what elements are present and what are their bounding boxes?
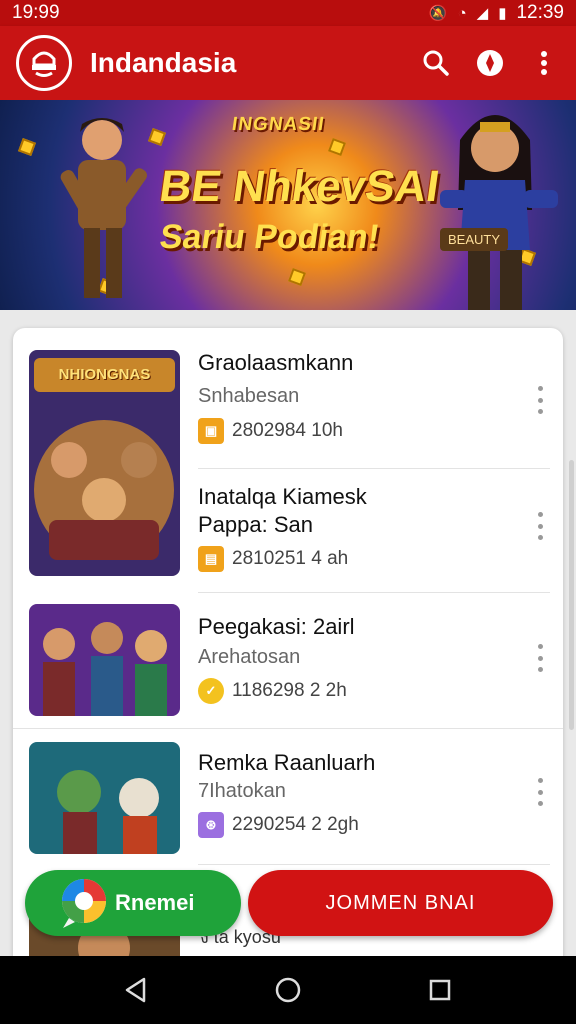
meta-app-icon: ▣ xyxy=(198,418,224,444)
system-nav-bar xyxy=(0,956,576,1024)
item-title: Graolaasmkann xyxy=(198,350,354,375)
promo-banner[interactable]: INGNASII BE NhkevSAI Sariu Podian! BEAUT… xyxy=(0,100,576,310)
item-meta: ▣ 2802984 10h xyxy=(198,418,343,444)
item-meta-text: 2802984 10h xyxy=(232,420,343,441)
item-meta-text: 2290254 2 2gh xyxy=(232,814,359,835)
meta-app-icon: ▤ xyxy=(198,546,224,572)
game-thumbnail[interactable] xyxy=(29,604,180,716)
item-more-icon[interactable] xyxy=(533,512,547,540)
item-subtitle: Arehatosan xyxy=(198,646,301,668)
item-meta: ✓ 1186298 2 2h xyxy=(198,678,347,704)
list-item[interactable]: Inatalqa Kiamesk Pappa: San ▤ 2810251 4 … xyxy=(13,468,563,598)
banner-headline: BE NhkevSAI xyxy=(156,162,443,211)
item-more-icon[interactable] xyxy=(533,778,547,806)
status-time-right: 12:39 xyxy=(516,2,564,23)
banner-badge: BEAUTY xyxy=(440,228,509,251)
meta-app-icon: ⊛ xyxy=(198,812,224,838)
list-item[interactable]: Remka Raanluarh 7Ihatokan ⊛ 2290254 2 2g… xyxy=(13,728,563,864)
item-subtitle: Snhabesan xyxy=(198,385,300,407)
item-title-line2: Pappa: San xyxy=(198,512,313,537)
item-subtitle: 7Ihatokan xyxy=(198,780,286,802)
item-meta-text: 2810251 4 ah xyxy=(232,548,349,569)
list-item[interactable]: NHIONGNAS Graolaasmkann Snhabesan ▣ 2802… xyxy=(13,328,563,576)
item-meta: ⊛ 2290254 2 2gh xyxy=(198,812,359,838)
divider xyxy=(198,864,550,865)
status-bar: 19:99 🔕 ◔ ◢ ▮ 12:39 xyxy=(0,0,576,26)
banner-subheadline: Sariu Podian! xyxy=(157,218,382,256)
app-bar: Indandasia xyxy=(0,26,576,100)
banner-kicker: INGNASII xyxy=(230,114,326,135)
item-more-icon[interactable] xyxy=(533,386,547,414)
back-icon[interactable] xyxy=(116,970,156,1010)
wifi-icon: ◔ xyxy=(457,4,467,22)
game-thumbnail[interactable] xyxy=(29,742,180,854)
green-action-button[interactable]: Rnemei xyxy=(25,870,241,936)
compass-icon[interactable] xyxy=(474,47,506,79)
item-title: Peegakasi: 2airl xyxy=(198,614,355,639)
list-item[interactable]: Peegakasi: 2airl Arehatosan ✓ 1186298 2 … xyxy=(13,592,563,728)
app-title: Indandasia xyxy=(90,47,237,78)
item-title: Inatalqa Kiamesk xyxy=(198,484,367,509)
item-meta-text: 1186298 2 2h xyxy=(232,680,347,701)
item-meta: ▤ 2810251 4 ah xyxy=(198,546,348,572)
home-icon[interactable] xyxy=(268,970,308,1010)
search-icon[interactable] xyxy=(420,47,452,79)
hero-character-left xyxy=(60,118,147,298)
battery-icon: ▮ xyxy=(498,5,507,22)
overflow-menu-icon[interactable] xyxy=(528,47,560,79)
hero-character-right xyxy=(440,115,558,310)
red-action-button[interactable]: JOMMEN BNAI xyxy=(248,870,553,936)
scrollbar[interactable] xyxy=(569,460,574,730)
app-logo-icon[interactable] xyxy=(16,35,72,91)
recents-icon[interactable] xyxy=(420,970,460,1010)
mute-icon: 🔕 xyxy=(428,5,448,22)
item-more-icon[interactable] xyxy=(533,644,547,672)
item-title: Remka Raanluarh xyxy=(198,750,376,775)
thumbnail-caption: NHIONGNAS xyxy=(58,366,151,383)
signal-icon: ◢ xyxy=(476,5,489,22)
status-time-left: 19:99 xyxy=(12,2,60,23)
meta-app-icon: ✓ xyxy=(198,678,224,704)
chat-bubble-icon xyxy=(62,879,106,928)
green-button-label: Rnemei xyxy=(115,890,195,915)
